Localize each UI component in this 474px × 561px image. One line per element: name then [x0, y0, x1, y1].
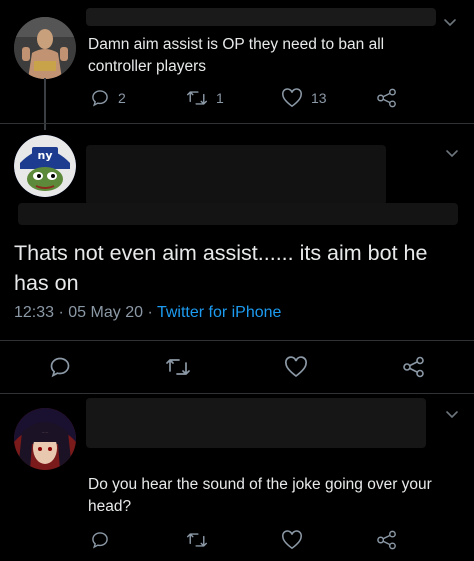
- retweet-icon: [186, 530, 208, 550]
- share-button-tweet-3[interactable]: [376, 530, 398, 550]
- reply-icon: [90, 88, 110, 108]
- retweet-icon: [186, 88, 208, 108]
- like-count: 13: [311, 90, 327, 106]
- tweet-date: 05 May 20: [68, 304, 143, 321]
- like-icon: [281, 88, 303, 108]
- retweet-button-tweet-1[interactable]: 1: [186, 88, 224, 108]
- divider: [0, 393, 474, 394]
- divider: [0, 340, 474, 341]
- separator: ·: [58, 304, 64, 321]
- reply-button-tweet-2[interactable]: [48, 355, 72, 379]
- reply-icon: [48, 355, 72, 379]
- avatar-tweet-3[interactable]: [14, 408, 76, 470]
- chevron-down-icon[interactable]: [444, 406, 460, 422]
- svg-text:ny: ny: [37, 149, 52, 162]
- like-icon: [284, 356, 308, 378]
- reply-count: 2: [118, 90, 126, 106]
- redacted-reply-to: [18, 203, 458, 225]
- share-button-tweet-2[interactable]: [402, 356, 426, 378]
- divider: [0, 123, 474, 124]
- share-icon: [376, 530, 398, 550]
- redacted-username-1: [86, 8, 436, 26]
- avatar-tweet-2[interactable]: ny: [14, 135, 76, 197]
- reply-button-tweet-3[interactable]: [90, 530, 110, 550]
- reply-button-tweet-1[interactable]: 2: [90, 88, 126, 108]
- tweet-1-text: Damn aim assist is OP they need to ban a…: [88, 36, 385, 75]
- avatar-tweet-1[interactable]: [14, 17, 76, 79]
- tweet-2-timestamp: 12:33 · 05 May 20 · Twitter for iPhone: [14, 304, 281, 322]
- like-button-tweet-1[interactable]: 13: [281, 88, 327, 108]
- tweet-time: 12:33: [14, 304, 55, 321]
- separator: ·: [147, 304, 153, 321]
- retweet-button-tweet-2[interactable]: [165, 356, 191, 378]
- like-icon: [281, 530, 303, 550]
- share-button-tweet-1[interactable]: [376, 88, 398, 108]
- redacted-username-3: [86, 398, 426, 448]
- like-button-tweet-2[interactable]: [284, 356, 308, 378]
- retweet-count: 1: [216, 90, 224, 106]
- share-icon: [402, 356, 426, 378]
- chevron-down-icon[interactable]: [444, 145, 460, 161]
- redacted-username-2: [86, 145, 386, 205]
- reply-icon: [90, 530, 110, 550]
- share-icon: [376, 88, 398, 108]
- tweet-3-text: Do you hear the sound of the joke going …: [88, 476, 432, 515]
- like-button-tweet-3[interactable]: [281, 530, 303, 550]
- tweet-2-text: Thats not even aim assist...... its aim …: [14, 241, 428, 295]
- tweet-source-link[interactable]: Twitter for iPhone: [157, 304, 282, 321]
- chevron-down-icon[interactable]: [442, 14, 458, 30]
- retweet-icon: [165, 356, 191, 378]
- retweet-button-tweet-3[interactable]: [186, 530, 208, 550]
